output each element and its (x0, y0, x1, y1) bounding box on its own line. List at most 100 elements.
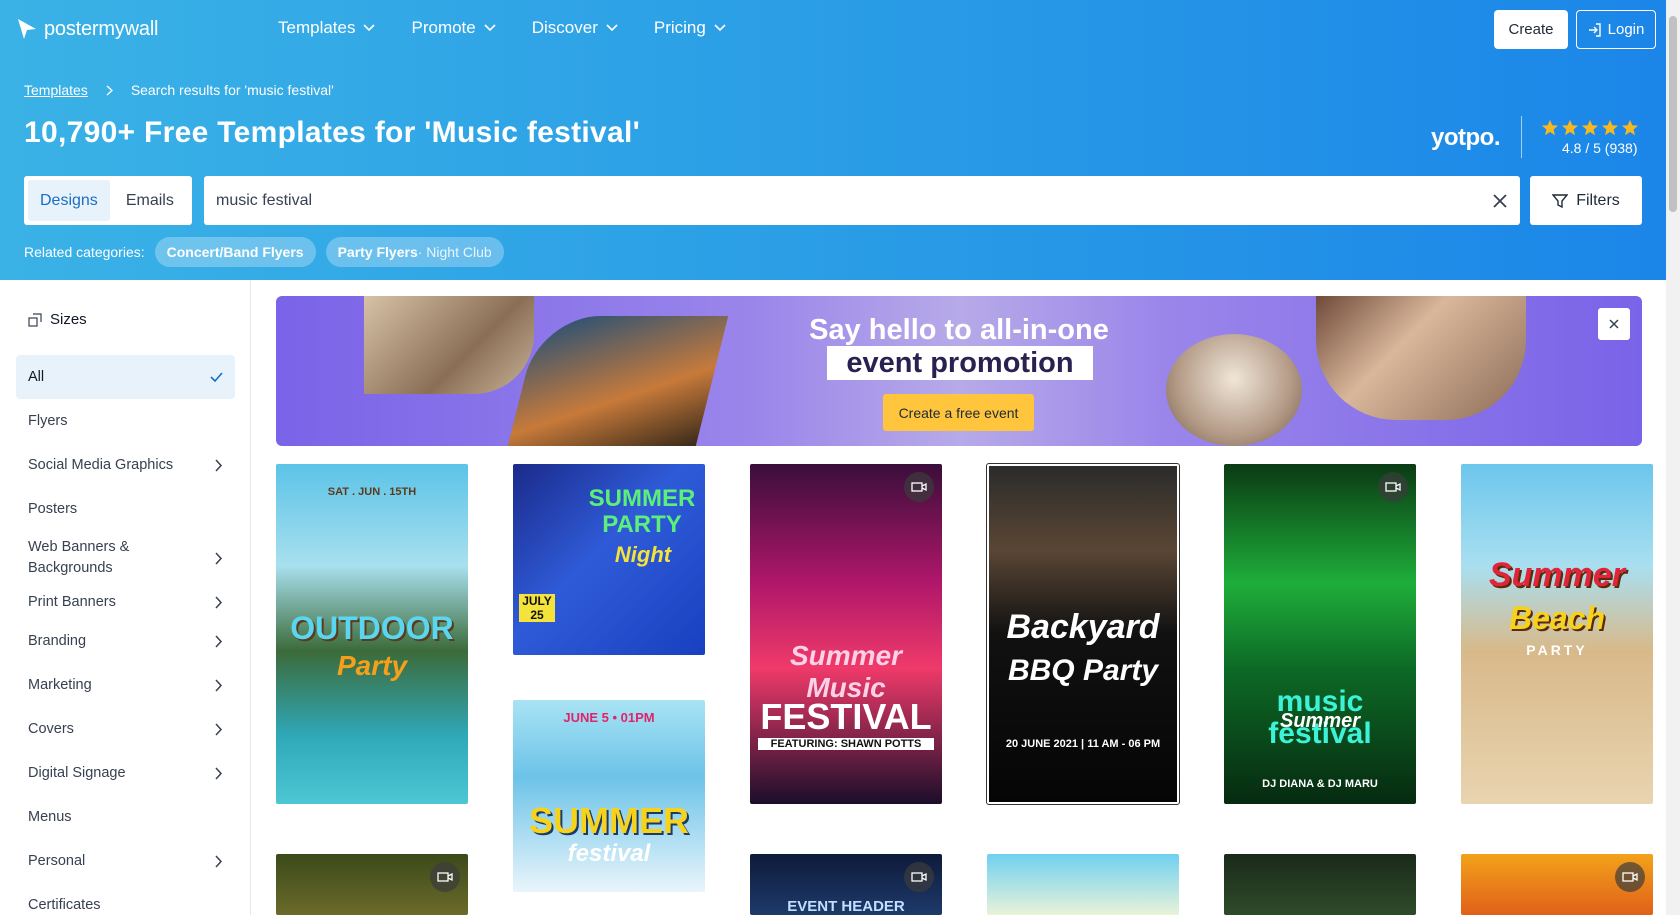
chevron-right-icon (215, 722, 223, 736)
nav-discover-label: Discover (531, 18, 598, 37)
rating-stars[interactable] (1541, 119, 1639, 137)
sidebar-item-menus[interactable]: Menus (16, 795, 235, 839)
sidebar-item-label: Marketing (28, 676, 92, 693)
filters-button[interactable]: Filters (1530, 176, 1642, 225)
star-icon (1621, 119, 1639, 136)
sidebar-item-label: Web Banners & Backgrounds (28, 539, 130, 576)
sidebar-item-digital-signage[interactable]: Digital Signage (16, 751, 235, 795)
template-subtitle: BBQ Party (1007, 654, 1159, 687)
chevron-right-icon (215, 678, 223, 692)
scrollbar-thumb[interactable] (1669, 16, 1677, 212)
video-icon (904, 862, 934, 892)
template-title: SUMMER PARTY (588, 485, 696, 538)
template-card[interactable]: SAT . JUN . 15TH OUTDOOR Party (276, 464, 468, 804)
related-categories: Related categories: Concert/Band Flyers … (24, 237, 504, 267)
video-icon (430, 862, 460, 892)
related-pill-concert[interactable]: Concert/Band Flyers (154, 237, 316, 267)
related-pill-party-label: Party Flyers (337, 244, 418, 260)
sidebar-item-label: Posters (28, 500, 78, 517)
brand-logo[interactable]: postermywall (16, 17, 159, 41)
template-card[interactable] (1224, 854, 1416, 915)
login-icon (1588, 22, 1601, 37)
chevron-right-icon (106, 84, 113, 96)
main-nav: Templates Promote Discover Pricing (278, 18, 726, 38)
template-card[interactable]: Summer Music FESTIVAL FEATURING: SHAWN P… (750, 464, 942, 804)
sidebar-item-posters[interactable]: Posters (16, 487, 235, 531)
sidebar-item-web-banners[interactable]: Web Banners & Backgrounds (16, 531, 235, 585)
nav-promote-label: Promote (411, 18, 476, 37)
page-title: 10,790+ Free Templates for 'Music festiv… (24, 116, 641, 149)
template-card[interactable]: JUNE 5 • 01PM SUMMER festival (513, 700, 705, 892)
nav-pricing-label: Pricing (653, 18, 706, 37)
page-scrollbar[interactable] (1666, 0, 1680, 915)
sidebar-item-label: Print Banners (28, 593, 116, 610)
breadcrumb-templates-link[interactable]: Templates (24, 82, 88, 98)
yotpo-logo[interactable]: yotpo. (1431, 124, 1501, 152)
chevron-right-icon (215, 634, 223, 648)
sidebar-item-marketing[interactable]: Marketing (16, 663, 235, 707)
sidebar-item-label: Flyers (28, 412, 68, 429)
hero-header: postermywall Templates Promote Discover … (0, 0, 1666, 280)
create-button[interactable]: Create (1494, 10, 1568, 49)
sidebar-item-social-media-graphics[interactable]: Social Media Graphics (16, 443, 235, 487)
chevron-right-icon (215, 854, 223, 868)
sidebar-item-label: Branding (28, 632, 87, 649)
sidebar-item-label: All (28, 368, 45, 385)
template-subtitle: Beach (1508, 600, 1606, 636)
template-tag: JUNE 5 • 01PM (563, 710, 655, 725)
sidebar-item-label: Personal (28, 852, 86, 869)
template-card[interactable]: Backyard BBQ Party 20 JUNE 2021 | 11 AM … (986, 463, 1180, 805)
nav-templates-label: Templates (278, 18, 356, 37)
template-tag: JULY 25 (519, 594, 555, 622)
close-banner-button[interactable] (1598, 308, 1630, 340)
sizes-heading: Sizes (28, 311, 87, 328)
sidebar-item-certificates[interactable]: Certificates (16, 883, 235, 915)
clear-search-icon[interactable] (1492, 193, 1508, 209)
nav-templates[interactable]: Templates (278, 18, 376, 38)
template-card[interactable]: Summer Beach PARTY (1461, 464, 1653, 804)
related-pill-party[interactable]: Party Flyers · Night Club (325, 237, 504, 267)
sidebar-item-covers[interactable]: Covers (16, 707, 235, 751)
related-pill-party-sub: · Night Club (417, 244, 492, 260)
template-card[interactable]: EVENT HEADER (750, 854, 942, 915)
template-subtitle: Summer (1279, 710, 1361, 732)
login-button[interactable]: Login (1576, 10, 1656, 49)
template-subtitle: festival (567, 840, 651, 867)
sidebar-item-branding[interactable]: Branding (16, 619, 235, 663)
sidebar-item-flyers[interactable]: Flyers (16, 399, 235, 443)
template-tag: PARTY (1526, 642, 1588, 658)
logo-mark-icon (18, 19, 36, 39)
filters-label: Filters (1576, 191, 1620, 209)
nav-discover[interactable]: Discover (532, 18, 618, 38)
sizes-sidebar: Sizes All Flyers Social Media Graphics P… (0, 280, 251, 915)
create-free-event-button[interactable]: Create a free event (883, 394, 1034, 431)
star-icon (1561, 119, 1579, 136)
nav-pricing[interactable]: Pricing (654, 18, 726, 38)
banner-photo-market (1166, 334, 1302, 446)
template-title: Backyard (1006, 608, 1160, 646)
template-card[interactable] (276, 854, 468, 915)
search-input[interactable] (216, 191, 1492, 210)
tab-emails[interactable]: Emails (114, 180, 186, 221)
template-card[interactable] (987, 854, 1179, 915)
sidebar-item-label: Social Media Graphics (28, 456, 174, 473)
video-icon (1378, 472, 1408, 502)
template-card[interactable]: music festival Summer DJ DIANA & DJ MARU (1224, 464, 1416, 804)
nav-promote[interactable]: Promote (411, 18, 496, 38)
sidebar-item-all[interactable]: All (16, 355, 235, 399)
template-tag: DJ DIANA & DJ MARU (1262, 778, 1378, 790)
template-title: EVENT HEADER (787, 898, 905, 915)
template-title: SUMMER (529, 800, 689, 841)
chevron-down-icon (484, 24, 496, 32)
template-card[interactable]: SUMMER PARTY Night JULY 25 (513, 464, 705, 655)
tab-designs[interactable]: Designs (28, 180, 110, 221)
sidebar-item-personal[interactable]: Personal (16, 839, 235, 883)
template-card[interactable] (1461, 854, 1653, 915)
sidebar-item-print-banners[interactable]: Print Banners (16, 585, 235, 619)
sizes-heading-label: Sizes (50, 311, 87, 328)
star-icon (1601, 119, 1619, 136)
breadcrumb-current: Search results for 'music festival' (130, 82, 334, 98)
breadcrumb: Templates Search results for 'music fest… (24, 82, 334, 98)
template-title: Summer (1488, 556, 1626, 594)
chevron-right-icon (215, 595, 223, 609)
